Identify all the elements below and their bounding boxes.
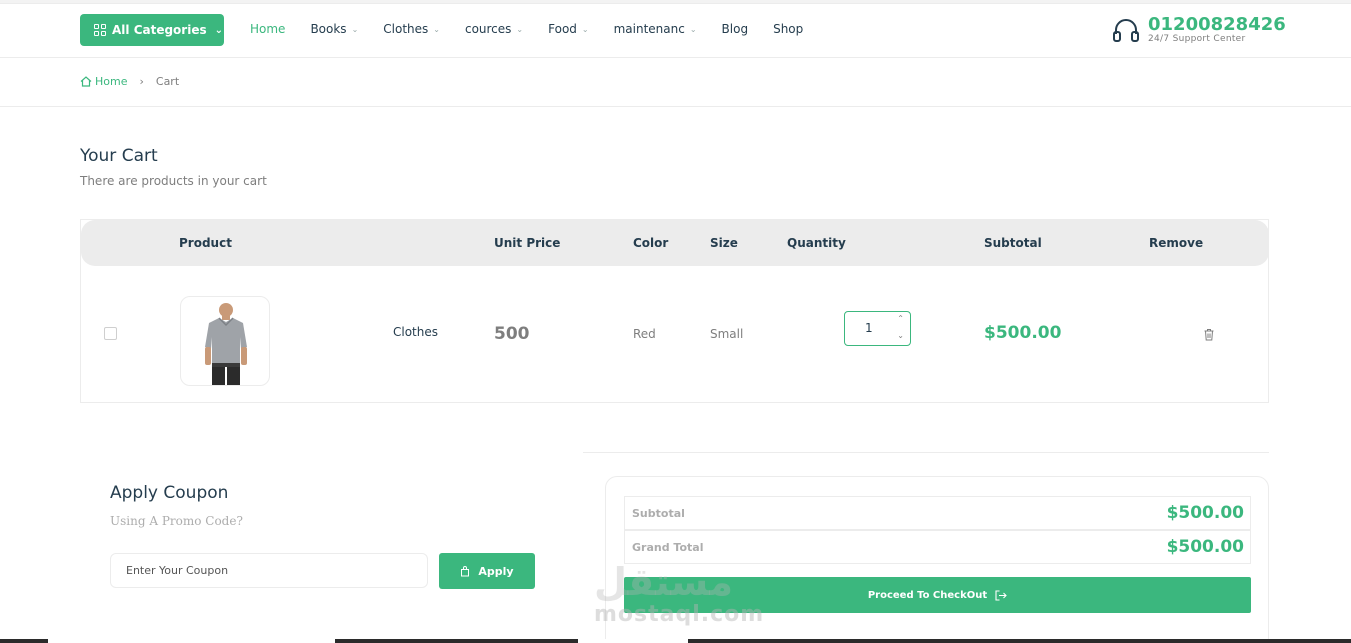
grid-icon [94,24,106,36]
col-size: Size [710,236,738,250]
quantity-stepper[interactable]: 1 ⌃ ⌄ [844,311,911,346]
support-contact: 01200828426 24/7 Support Center [1112,16,1286,45]
coupon-subtitle: Using A Promo Code? [110,514,243,528]
nav-label: maintenanc [613,22,685,36]
cart-table-header: Product Unit Price Color Size Quantity S… [81,220,1269,266]
page-title: Your Cart [80,146,158,166]
nav-label: Shop [773,22,804,36]
totals-subtotal-row: Subtotal $500.00 [624,496,1251,530]
col-subtotal: Subtotal [984,236,1042,250]
apply-label: Apply [478,564,514,578]
table-row: Clothes 500 Red Small 1 ⌃ ⌄ $500.00 [81,266,1269,403]
breadcrumb-home[interactable]: Home [80,75,127,88]
nav-label: Books [310,22,347,36]
totals-subtotal-label: Subtotal [632,507,685,520]
headset-icon [1113,18,1139,42]
support-phone[interactable]: 01200828426 [1148,16,1286,34]
row-checkbox[interactable] [104,327,117,340]
nav-food[interactable]: Food ⌄ [548,22,588,36]
nav-home[interactable]: Home [250,22,285,36]
product-color: Red [633,327,656,341]
totals-grand-label: Grand Total [632,541,704,554]
nav-shop[interactable]: Shop [773,22,803,36]
section-divider [583,452,1269,453]
col-quantity: Quantity [787,236,846,250]
quantity-value[interactable]: 1 [865,321,873,335]
chevron-down-icon: ⌄ [351,24,359,34]
col-remove: Remove [1149,236,1204,250]
chevron-down-icon: ⌄ [689,24,697,34]
nav-label: cources [464,22,512,36]
breadcrumb-bar: Home › Cart [0,59,1351,107]
site-header: All Categories ⌄ Home Books ⌄ Clothes ⌄ co… [0,4,1351,58]
nav-label: Blog [721,22,749,36]
chevron-down-icon: ⌄ [581,24,589,34]
chevron-down-icon: ⌄ [433,24,440,34]
bag-icon [461,565,470,576]
home-icon [80,76,92,87]
nav-label: Clothes [383,22,429,36]
totals-grand-value: $500.00 [1166,537,1244,557]
main-nav: Home Books ⌄ Clothes ⌄ cources ⌄ Food ⌄ main… [250,22,828,36]
nav-clothes[interactable]: Clothes ⌄ [383,22,440,36]
remove-button[interactable] [1203,326,1215,345]
product-image[interactable] [180,296,270,386]
chevron-up-icon[interactable]: ⌃ [897,314,904,323]
nav-label: Home [250,22,286,36]
page-subtitle: There are products in your cart [80,174,267,188]
nav-blog[interactable]: Blog [722,22,749,36]
row-subtotal: $500.00 [984,323,1062,343]
bottom-taskbar-strip [0,639,1351,643]
coupon-title: Apply Coupon [110,483,229,503]
support-text: 24/7 Support Center [1148,34,1246,44]
checkout-button[interactable]: Proceed To CheckOut [624,577,1251,613]
chevron-down-icon: ⌄ [214,24,224,36]
all-categories-label: All Categories [112,23,207,37]
cart-table: Product Unit Price Color Size Quantity S… [80,219,1269,403]
unit-price: 500 [494,324,530,344]
breadcrumb-home-label: Home [95,75,128,88]
cart-totals: Subtotal $500.00 Grand Total $500.00 Pro… [605,476,1269,643]
nav-maintenanc[interactable]: maintenanc ⌄ [614,22,697,36]
checkout-label: Proceed To CheckOut [867,589,988,601]
nav-books[interactable]: Books ⌄ [310,22,358,36]
breadcrumb-current: Cart [155,75,180,88]
breadcrumb-separator: › [139,75,144,88]
totals-subtotal-value: $500.00 [1166,503,1244,523]
product-size: Small [710,327,744,341]
nav-label: Food [548,22,577,36]
chevron-down-icon: ⌄ [516,24,524,34]
col-product: Product [179,236,232,250]
breadcrumb: Home › Cart [80,75,179,88]
tshirt-model-image [205,303,247,385]
nav-cources[interactable]: cources ⌄ [465,22,523,36]
coupon-input[interactable] [110,553,428,588]
sign-out-icon [995,589,1007,601]
totals-grand-row: Grand Total $500.00 [624,530,1251,564]
chevron-down-icon[interactable]: ⌄ [897,331,904,340]
product-name[interactable]: Clothes [393,325,438,339]
trash-icon [1204,329,1214,341]
col-unit-price: Unit Price [494,236,561,250]
col-color: Color [633,236,669,250]
apply-coupon-button[interactable]: Apply [439,553,535,589]
all-categories-button[interactable]: All Categories ⌄ [80,14,224,46]
